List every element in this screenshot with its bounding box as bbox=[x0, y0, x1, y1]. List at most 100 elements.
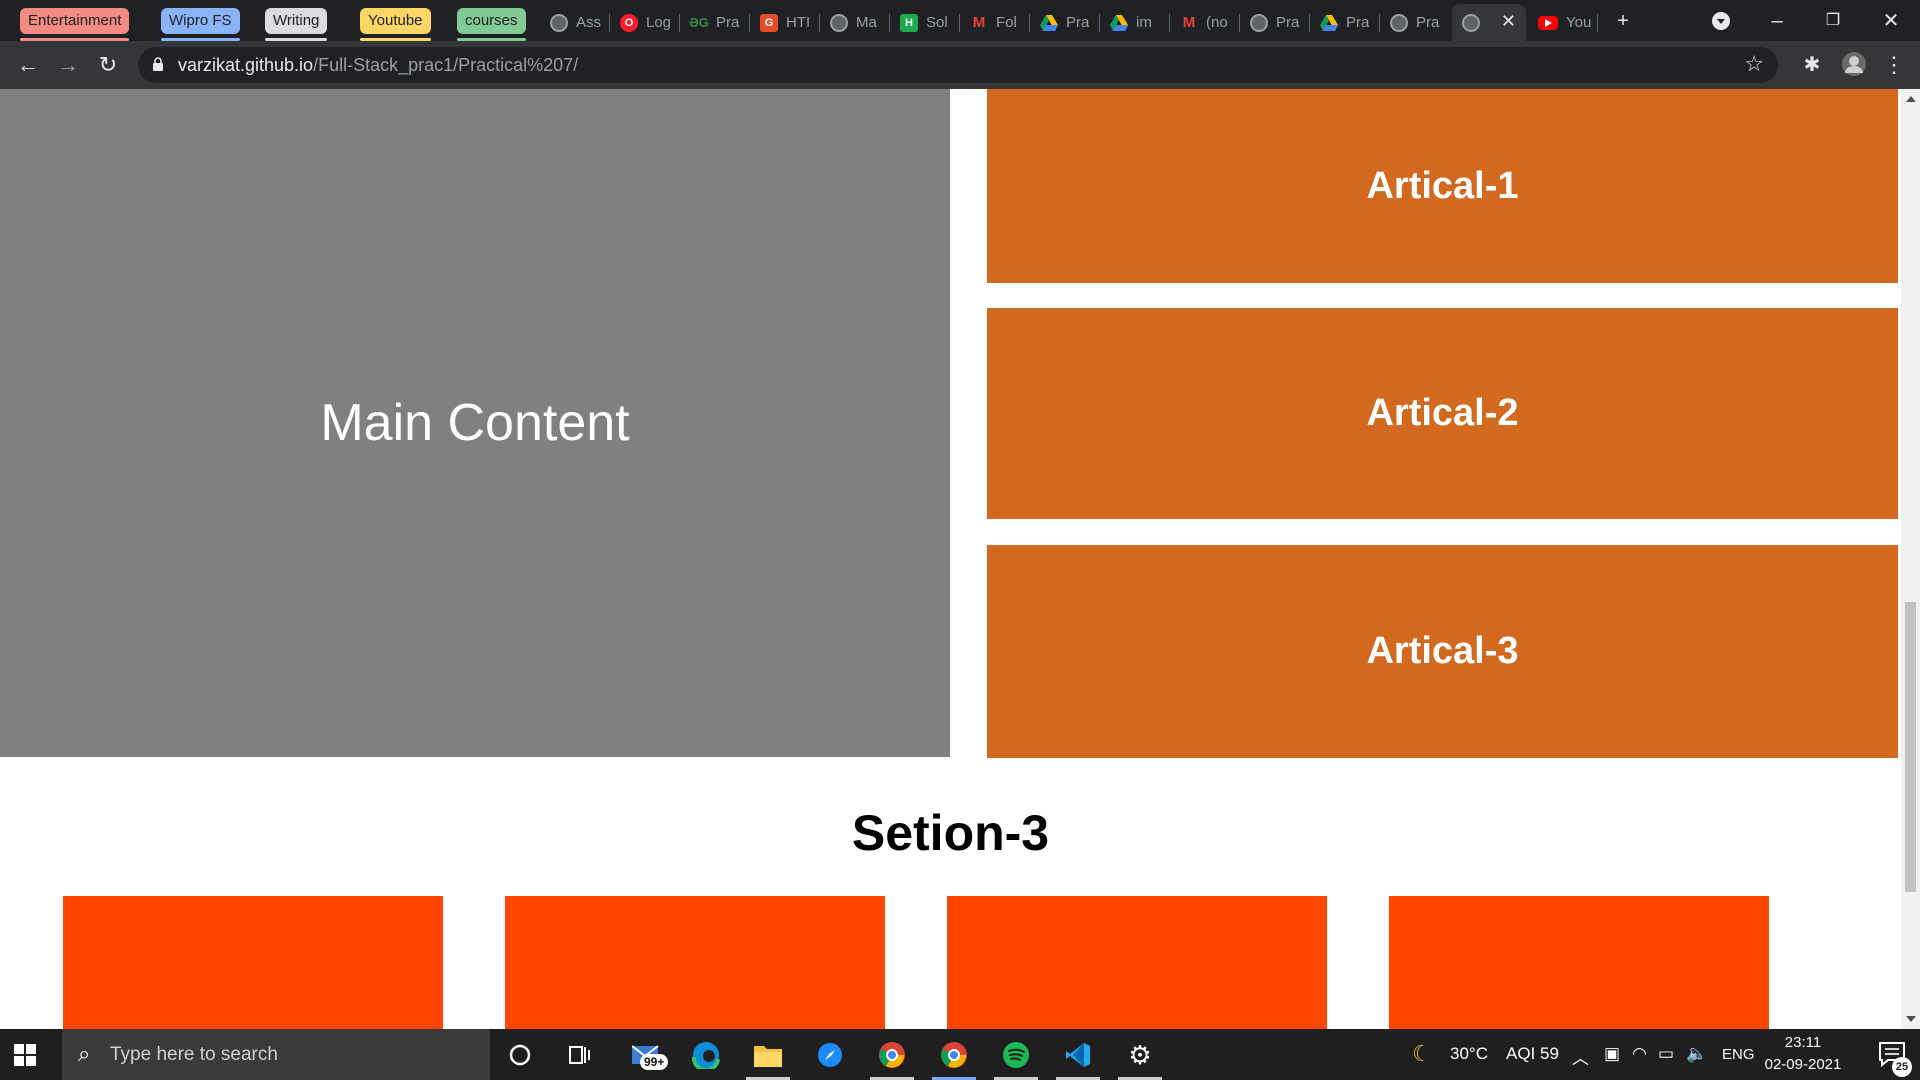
tab-title: Log bbox=[646, 14, 672, 31]
article-title: Artical-1 bbox=[1366, 164, 1519, 207]
menu-kebab-icon[interactable]: ⋮ bbox=[1880, 51, 1908, 79]
spotify-icon[interactable] bbox=[1000, 1039, 1032, 1071]
scroll-up-arrow-icon[interactable] bbox=[1906, 96, 1916, 102]
lock-icon bbox=[153, 57, 163, 71]
globe-icon bbox=[1462, 13, 1480, 32]
tab[interactable]: You bbox=[1528, 4, 1598, 41]
url-host: varzikat.github.io bbox=[178, 55, 314, 75]
tab[interactable]: O Log bbox=[610, 4, 680, 41]
close-window-icon[interactable]: ✕ bbox=[1878, 8, 1904, 34]
clock-time[interactable]: 23:11 bbox=[1758, 1034, 1848, 1051]
tab[interactable]: G HTI bbox=[750, 4, 820, 41]
section-title: Setion-3 bbox=[851, 805, 1050, 861]
page-scrollbar[interactable] bbox=[1901, 89, 1920, 1029]
youtube-icon bbox=[1538, 15, 1558, 30]
restore-icon[interactable]: ❐ bbox=[1820, 8, 1846, 34]
google-drive-icon bbox=[1040, 14, 1058, 32]
vscode-icon[interactable] bbox=[1062, 1039, 1094, 1071]
tab[interactable]: ƏG Pra bbox=[680, 4, 750, 41]
tab-title: Ma bbox=[856, 14, 877, 31]
scroll-thumb[interactable] bbox=[1905, 602, 1916, 892]
settings-gear-icon[interactable]: ⚙ bbox=[1124, 1039, 1156, 1071]
tab-group-writing[interactable]: Writing bbox=[265, 8, 328, 41]
tab-title: Pra bbox=[1066, 14, 1090, 31]
clock-date[interactable]: 02-09-2021 bbox=[1758, 1056, 1848, 1073]
wifi-icon[interactable]: ◠ bbox=[1632, 1044, 1647, 1064]
cortana-circle-icon[interactable] bbox=[504, 1039, 536, 1071]
language-indicator[interactable]: ENG bbox=[1722, 1046, 1755, 1063]
tab-title: Fol bbox=[996, 14, 1017, 31]
article-title: Artical-2 bbox=[1366, 392, 1519, 434]
safari-compass-icon[interactable] bbox=[814, 1039, 846, 1071]
tab-title: Pra bbox=[1416, 14, 1440, 31]
reload-icon[interactable]: ↻ bbox=[94, 51, 122, 79]
bookmark-star-icon[interactable]: ☆ bbox=[1744, 51, 1764, 77]
back-arrow-icon[interactable]: ← bbox=[14, 51, 42, 79]
tab-active[interactable]: ✕ bbox=[1452, 4, 1526, 41]
profile-avatar[interactable] bbox=[1840, 51, 1868, 79]
chrome-profile-icon[interactable] bbox=[876, 1039, 908, 1071]
tab[interactable]: Pra bbox=[1380, 4, 1450, 41]
google-drive-icon bbox=[1320, 14, 1338, 32]
url-text: varzikat.github.io/Full-Stack_prac1/Prac… bbox=[178, 55, 578, 76]
tab-close-icon[interactable]: ✕ bbox=[1501, 11, 1516, 32]
file-explorer-icon[interactable] bbox=[752, 1039, 784, 1071]
tab[interactable]: im bbox=[1100, 4, 1170, 41]
windows-start-icon[interactable] bbox=[14, 1044, 36, 1066]
tab-title: Pra bbox=[716, 14, 740, 31]
article-2: Artical-2 bbox=[987, 308, 1898, 519]
section-box bbox=[1389, 896, 1769, 1029]
edge-icon[interactable] bbox=[690, 1039, 722, 1071]
globe-icon bbox=[1390, 13, 1408, 32]
tab-search-chevron-icon[interactable] bbox=[1708, 8, 1734, 34]
tab-group-entertainment[interactable]: Entertainment bbox=[20, 8, 130, 41]
tab[interactable]: Pra bbox=[1310, 4, 1380, 41]
tab[interactable]: H Sol bbox=[890, 4, 960, 41]
section-box bbox=[947, 896, 1327, 1029]
tab[interactable]: Pra bbox=[1030, 4, 1100, 41]
weather-temperature[interactable]: 30°C bbox=[1450, 1044, 1488, 1064]
globe-icon bbox=[1250, 13, 1268, 32]
weather-moon-icon[interactable]: ☾ bbox=[1412, 1041, 1432, 1067]
task-view-icon[interactable] bbox=[564, 1039, 596, 1071]
new-tab-plus-icon[interactable]: + bbox=[1610, 8, 1636, 34]
tab-title: Pra bbox=[1276, 14, 1300, 31]
mail-badge: 99+ bbox=[640, 1054, 669, 1070]
gmail-icon: M bbox=[1182, 14, 1196, 31]
system-tray: ☾ 30°C AQI 59 ︿ ▣ ◠ ▭ 🔈 ENG 23:11 02-09-… bbox=[1400, 1029, 1920, 1080]
tab[interactable]: M (no bbox=[1170, 4, 1240, 41]
tab-title: HTI bbox=[786, 14, 811, 31]
tab-title: Pra bbox=[1346, 14, 1370, 31]
minimize-icon[interactable]: – bbox=[1764, 8, 1790, 34]
notification-count: 25 bbox=[1892, 1057, 1912, 1077]
globe-icon bbox=[830, 13, 848, 32]
tab-title: Sol bbox=[926, 14, 948, 31]
extensions-puzzle-icon[interactable]: ✱ bbox=[1798, 51, 1826, 79]
tray-chevron-up-icon[interactable]: ︿ bbox=[1572, 1044, 1589, 1069]
page-viewport: Main Content Artical-1 Artical-2 Artical… bbox=[0, 89, 1901, 1029]
tab[interactable]: Ass bbox=[540, 4, 610, 41]
tab-title: im bbox=[1136, 14, 1152, 31]
globe-icon bbox=[550, 13, 568, 32]
tab-group-courses[interactable]: courses bbox=[457, 8, 526, 41]
article-1: Artical-1 bbox=[987, 89, 1898, 283]
air-quality[interactable]: AQI 59 bbox=[1506, 1044, 1559, 1064]
scroll-down-arrow-icon[interactable] bbox=[1906, 1016, 1916, 1022]
taskbar-search-box[interactable]: ⌕ Type here to search bbox=[62, 1029, 490, 1080]
chrome-icon[interactable] bbox=[938, 1039, 970, 1071]
main-content-label: Main Content bbox=[320, 394, 630, 452]
volume-icon[interactable]: 🔈 bbox=[1686, 1044, 1707, 1064]
forward-arrow-icon[interactable]: → bbox=[54, 51, 82, 79]
section-box bbox=[63, 896, 443, 1029]
address-bar[interactable]: varzikat.github.io/Full-Stack_prac1/Prac… bbox=[138, 47, 1778, 83]
meet-now-icon[interactable]: ▣ bbox=[1604, 1044, 1620, 1064]
html-icon: G bbox=[760, 13, 778, 32]
tab[interactable]: Pra bbox=[1240, 4, 1310, 41]
battery-icon[interactable]: ▭ bbox=[1658, 1044, 1674, 1064]
section-box bbox=[505, 896, 885, 1029]
tab-group-wipro-fs[interactable]: Wipro FS bbox=[161, 8, 240, 41]
tab[interactable]: Ma bbox=[820, 4, 890, 41]
tab[interactable]: M Fol bbox=[960, 4, 1030, 41]
geeksforgeeks-icon: ƏG bbox=[689, 15, 709, 30]
tab-group-youtube[interactable]: Youtube bbox=[360, 8, 431, 41]
